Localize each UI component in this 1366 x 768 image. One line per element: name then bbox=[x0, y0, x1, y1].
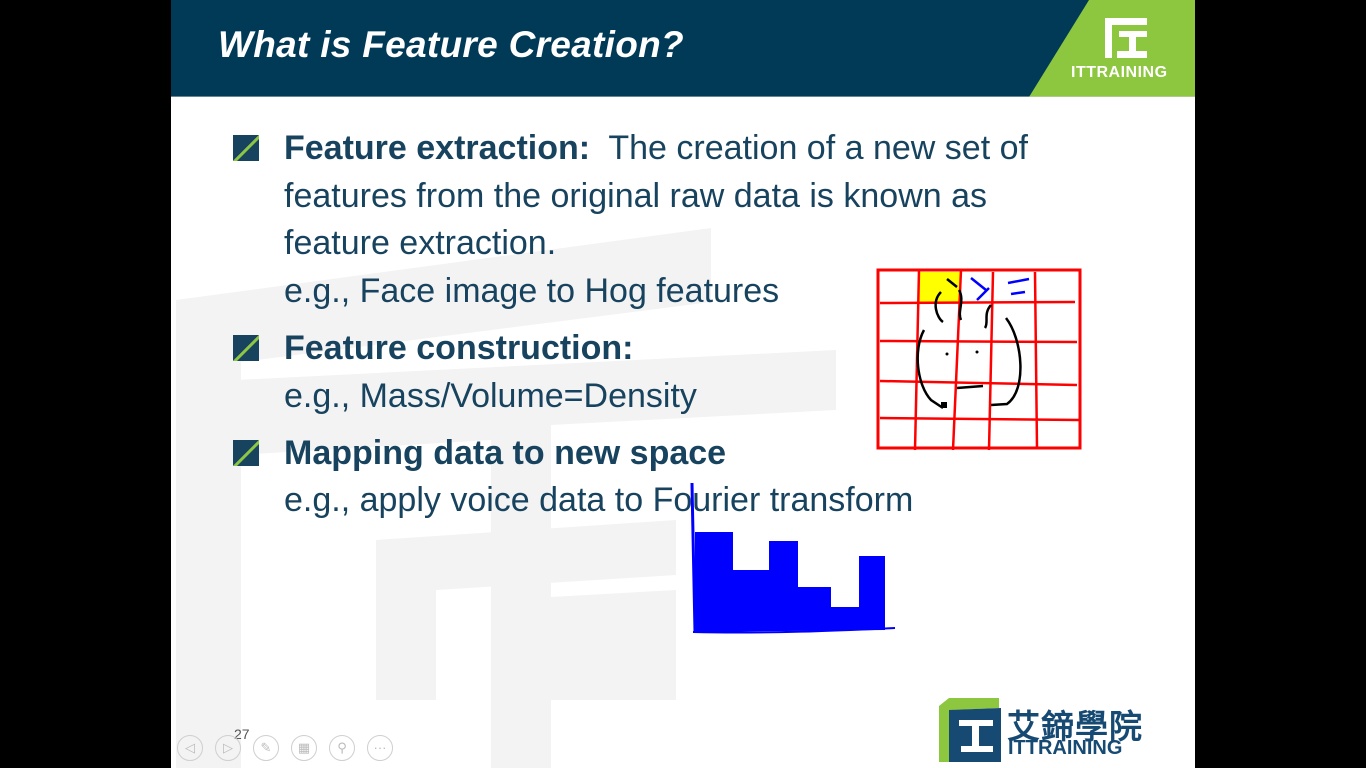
pen-icon: ✎ bbox=[260, 740, 272, 755]
see-all-slides-button[interactable]: ▦ bbox=[291, 735, 317, 761]
ink-annotations bbox=[690, 268, 1082, 634]
brand-english-name: ITTRAINING bbox=[1008, 737, 1123, 759]
slides-grid-icon: ▦ bbox=[297, 740, 311, 755]
next-slide-button[interactable]: ▷ bbox=[215, 735, 241, 761]
zoom-button[interactable]: ⚲ bbox=[329, 735, 355, 761]
prev-slide-button[interactable]: ◁ bbox=[177, 735, 203, 761]
slide: What is Feature Creation? ITTRAINING Fea… bbox=[171, 0, 1195, 768]
face-grid-drawing bbox=[876, 268, 1082, 451]
magnifier-icon: ⚲ bbox=[337, 740, 347, 755]
histogram-drawing bbox=[690, 482, 896, 634]
more-options-button[interactable]: ··· bbox=[367, 735, 393, 761]
brand-logo-icon bbox=[939, 698, 1001, 762]
arrow-right-icon: ▷ bbox=[223, 740, 233, 755]
pen-tool-button[interactable]: ✎ bbox=[253, 735, 279, 761]
more-options-icon: ··· bbox=[373, 740, 387, 755]
arrow-left-icon: ◁ bbox=[185, 740, 195, 755]
